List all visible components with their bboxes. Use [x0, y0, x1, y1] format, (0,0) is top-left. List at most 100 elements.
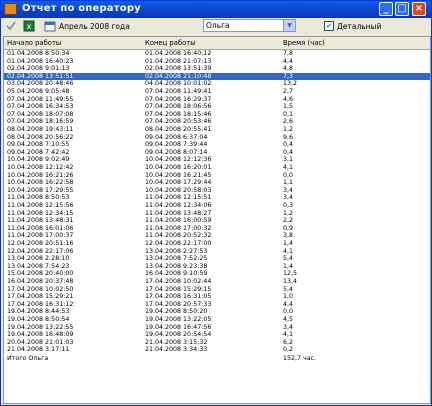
time-cell: 12,5: [283, 270, 298, 278]
table-row[interactable]: 13.04.2008 2:28:10 13.04.2008 7:52:25 5,4: [4, 255, 430, 263]
start-cell: 19.04.2008 13:22:55: [7, 323, 74, 331]
table-row[interactable]: 21.04.2008 3:17:11 21.04.2008 3:34:33 0,2: [4, 346, 430, 354]
table-row[interactable]: 09.04.2008 7:42:42 09.04.2008 8:07:14 0,4: [4, 149, 430, 157]
table-row[interactable]: 07.04.2008 16:34:53 07.04.2008 18:06:56 1,…: [4, 103, 430, 111]
start-cell: 11.04.2008 12:34:15: [7, 209, 74, 217]
table-row[interactable]: 02.04.2008 13:51:51 02.04.2008 21:10:48 7,…: [4, 72, 430, 81]
table-row[interactable]: 10.04.2008 9:02:49 10.04.2008 12:12:36 3,1: [4, 156, 430, 164]
time-cell: 6,2: [283, 338, 294, 346]
table-row[interactable]: 10.04.2008 17:29:55 10.04.2008 20:58:03 3,…: [4, 187, 430, 195]
time-cell: 5,4: [283, 255, 294, 263]
start-cell: 11.04.2008 16:01:06: [7, 224, 74, 232]
time-cell: 2,6: [283, 118, 294, 126]
end-cell: 17.04.2008 15:29:15: [145, 285, 212, 293]
table-row[interactable]: 11.04.2008 12:34:15 11.04.2008 13:48:27 1,…: [4, 210, 430, 218]
table-row[interactable]: 19.04.2008 13:22:55 19.04.2008 16:47:56 3,…: [4, 324, 430, 332]
start-cell: 10.04.2008 17:29:55: [7, 186, 74, 194]
end-cell: 10.04.2008 12:12:36: [145, 156, 212, 164]
table-row[interactable]: 11.04.2008 13:48:31 11.04.2008 16:00:59 2,…: [4, 217, 430, 225]
table-row[interactable]: 11.04.2008 16:01:06 11.04.2008 17:00:32 0,…: [4, 225, 430, 233]
table-row[interactable]: 16.04.2008 20:37:48 17.04.2008 10:02:44 13…: [4, 278, 430, 286]
table-row[interactable]: 10.04.2008 12:12:42 10.04.2008 16:20:01 4,…: [4, 164, 430, 172]
period-label[interactable]: Апрель 2008 года: [59, 22, 130, 31]
table-row[interactable]: 11.04.2008 8:50:53 11.04.2008 12:15:51 3,4: [4, 194, 430, 202]
close-button[interactable]: ×: [412, 2, 426, 16]
table-row[interactable]: 15.04.2008 20:40:00 16.04.2008 9:10:59 12,…: [4, 270, 430, 278]
table-row[interactable]: 07.04.2008 18:16:59 07.04.2008 20:53:46 2,…: [4, 118, 430, 126]
time-cell: 0,2: [283, 346, 294, 354]
start-cell: 19.04.2008 8:44:53: [7, 308, 70, 316]
column-start-header[interactable]: Начало работы: [7, 39, 61, 47]
start-cell: 09.04.2008 7:10:55: [7, 141, 70, 149]
time-cell: 4,1: [283, 247, 294, 255]
end-cell: 11.04.2008 20:52:32: [145, 232, 212, 240]
end-cell: 13.04.2008 7:52:25: [145, 255, 208, 263]
table-row[interactable]: 19.04.2008 8:50:54 19.04.2008 13:22:05 4,5: [4, 316, 430, 324]
start-cell: 17.04.2008 10:02:50: [7, 285, 74, 293]
report-window: Отчет по оператору _ □ × x Апрель 2008 г…: [0, 0, 432, 406]
column-end-header[interactable]: Конец работы: [145, 39, 196, 47]
start-cell: 17.04.2008 16:31:12: [7, 300, 74, 308]
start-cell: 10.04.2008 9:02:49: [7, 156, 70, 164]
end-cell: 11.04.2008 17:00:32: [145, 224, 212, 232]
operator-select[interactable]: Ольга ▼: [203, 19, 296, 32]
column-time-header[interactable]: Время (час): [283, 39, 325, 47]
excel-export-icon[interactable]: x: [23, 20, 35, 32]
table-row[interactable]: 11.04.2008 12:15:56 11.04.2008 12:34:06 0,…: [4, 202, 430, 210]
start-cell: 10.04.2008 16:22:58: [7, 179, 74, 187]
time-cell: 2,2: [283, 217, 294, 225]
time-cell: 4,4: [283, 57, 294, 65]
table-row[interactable]: 20.04.2008 21:01:03 21.04.2008 3:15:32 6,2: [4, 339, 430, 347]
calendar-icon[interactable]: [44, 20, 56, 32]
maximize-button[interactable]: □: [395, 2, 409, 16]
table-row[interactable]: 07.04.2008 11:49:55 07.04.2008 16:29:37 4,…: [4, 96, 430, 104]
end-cell: 17.04.2008 16:31:05: [145, 293, 212, 301]
table-row[interactable]: 17.04.2008 16:31:12 17.04.2008 20:57:33 4,…: [4, 301, 430, 309]
start-cell: 01.04.2008 8:50:34: [7, 50, 70, 57]
table-row[interactable]: 17.04.2008 10:02:50 17.04.2008 15:29:15 5,…: [4, 286, 430, 294]
table-row[interactable]: 12.04.2008 20:51:16 12.04.2008 22:17:00 1,…: [4, 240, 430, 248]
toolbar: x Апрель 2008 года Ольга ▼ ✔ Детальный: [1, 18, 431, 35]
start-cell: 15.04.2008 20:40:00: [7, 270, 74, 278]
table-row[interactable]: 05.04.2008 9:05:48 07.04.2008 11:49:41 2,7: [4, 88, 430, 96]
time-cell: 9,6: [283, 133, 294, 141]
start-cell: 08.04.2008 20:56:22: [7, 133, 74, 141]
table-row[interactable]: 09.04.2008 7:10:55 09.04.2008 7:39:44 0,4: [4, 141, 430, 149]
table-row[interactable]: 02.04.2008 9:01:13 02.04.2008 13:51:39 4,8: [4, 65, 430, 73]
table-row[interactable]: 08.04.2008 19:43:11 08.04.2008 20:55:41 1,…: [4, 126, 430, 134]
start-cell: 07.04.2008 11:49:55: [7, 95, 74, 103]
table-row[interactable]: 08.04.2008 20:56:22 09.04.2008 6:37:04 9,6: [4, 134, 430, 142]
table-row[interactable]: 12.04.2008 22:17:06 13.04.2008 2:27:53 4,1: [4, 248, 430, 256]
table-row[interactable]: 01.04.2008 16:40:23 01.04.2008 21:07:13 4,…: [4, 58, 430, 66]
table-row[interactable]: 17.04.2008 15:29:21 17.04.2008 16:31:05 1,…: [4, 293, 430, 301]
table-row[interactable]: 10.04.2008 16:22:58 10.04.2008 17:29:44 1,…: [4, 179, 430, 187]
checkmark-icon[interactable]: [5, 20, 17, 32]
start-cell: 07.04.2008 16:34:53: [7, 103, 74, 111]
chevron-down-icon[interactable]: ▼: [283, 20, 295, 31]
end-cell: 12.04.2008 22:17:00: [145, 240, 212, 247]
table-row[interactable]: 10.04.2008 16:21:26 10.04.2008 16:21:45 0,…: [4, 172, 430, 180]
table-row[interactable]: 01.04.2008 8:50:34 01.04.2008 16:40:12 7,8: [4, 50, 430, 58]
end-cell: 19.04.2008 8:50:20: [145, 308, 208, 316]
time-cell: 4,5: [283, 316, 294, 323]
table-row[interactable]: 03.04.2008 20:48:46 04.04.2008 10:01:02 13…: [4, 80, 430, 88]
end-cell: 07.04.2008 20:53:46: [145, 118, 212, 126]
end-cell: 10.04.2008 16:21:45: [145, 171, 212, 179]
end-cell: 09.04.2008 6:37:04: [145, 133, 208, 141]
time-cell: 2,7: [283, 88, 294, 95]
end-cell: 07.04.2008 18:06:56: [145, 103, 212, 111]
table-row[interactable]: 11.04.2008 17:00:37 11.04.2008 20:52:32 3,…: [4, 232, 430, 240]
start-cell: 07.04.2008 18:16:59: [7, 118, 74, 126]
table-row[interactable]: 19.04.2008 8:44:53 19.04.2008 8:50:20 0,0: [4, 308, 430, 316]
detail-checkbox[interactable]: ✔: [324, 21, 334, 31]
time-cell: 1,1: [283, 179, 294, 187]
end-cell: 02.04.2008 21:10:48: [145, 72, 212, 80]
table-row[interactable]: 07.04.2008 18:07:08 07.04.2008 18:15:46 0,…: [4, 111, 430, 119]
time-cell: 13,2: [283, 80, 298, 88]
table-row[interactable]: 19.04.2008 16:48:09 19.04.2008 20:54:54 4,…: [4, 331, 430, 339]
table-row[interactable]: 13.04.2008 7:54:23 13.04.2008 9:23:38 1,4: [4, 263, 430, 271]
report-table[interactable]: Начало работы Конец работы Время (час) 0…: [3, 36, 431, 404]
start-cell: 02.04.2008 13:51:51: [7, 72, 74, 80]
minimize-button[interactable]: _: [379, 2, 393, 16]
start-cell: 09.04.2008 7:42:42: [7, 148, 70, 156]
